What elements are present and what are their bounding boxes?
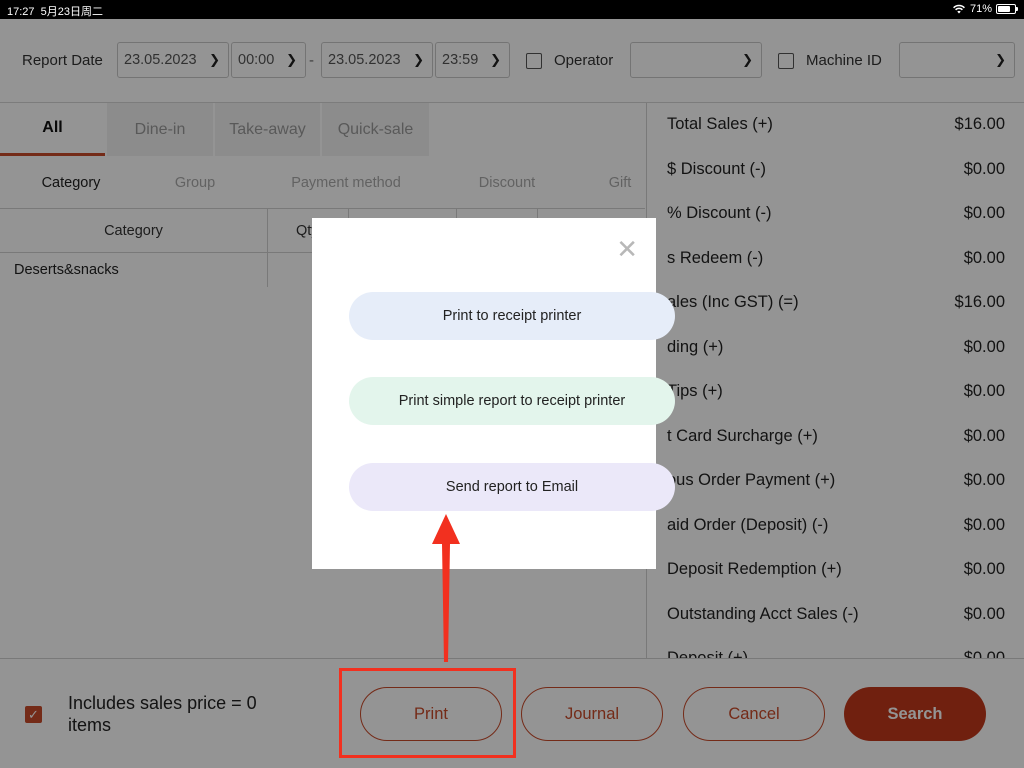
wifi-icon — [953, 4, 965, 14]
print-options-dialog: ✕ Print to receipt printer Print simple … — [312, 218, 675, 569]
annotation-arrow-icon — [432, 514, 460, 662]
status-bar: 17:27 5月23日周二 71% — [0, 0, 1024, 19]
annotation-highlight-box — [339, 668, 516, 758]
status-time: 17:27 — [7, 6, 35, 18]
close-icon[interactable]: ✕ — [616, 236, 638, 262]
status-time-date: 17:27 5月23日周二 — [7, 3, 103, 19]
print-simple-report-button[interactable]: Print simple report to receipt printer — [349, 377, 675, 425]
battery-icon — [996, 4, 1018, 14]
status-right: 71% — [952, 3, 1018, 15]
print-receipt-button[interactable]: Print to receipt printer — [349, 292, 675, 340]
status-date: 5月23日周二 — [40, 6, 104, 18]
battery-percent: 71% — [969, 3, 992, 15]
send-email-button[interactable]: Send report to Email — [349, 463, 675, 511]
